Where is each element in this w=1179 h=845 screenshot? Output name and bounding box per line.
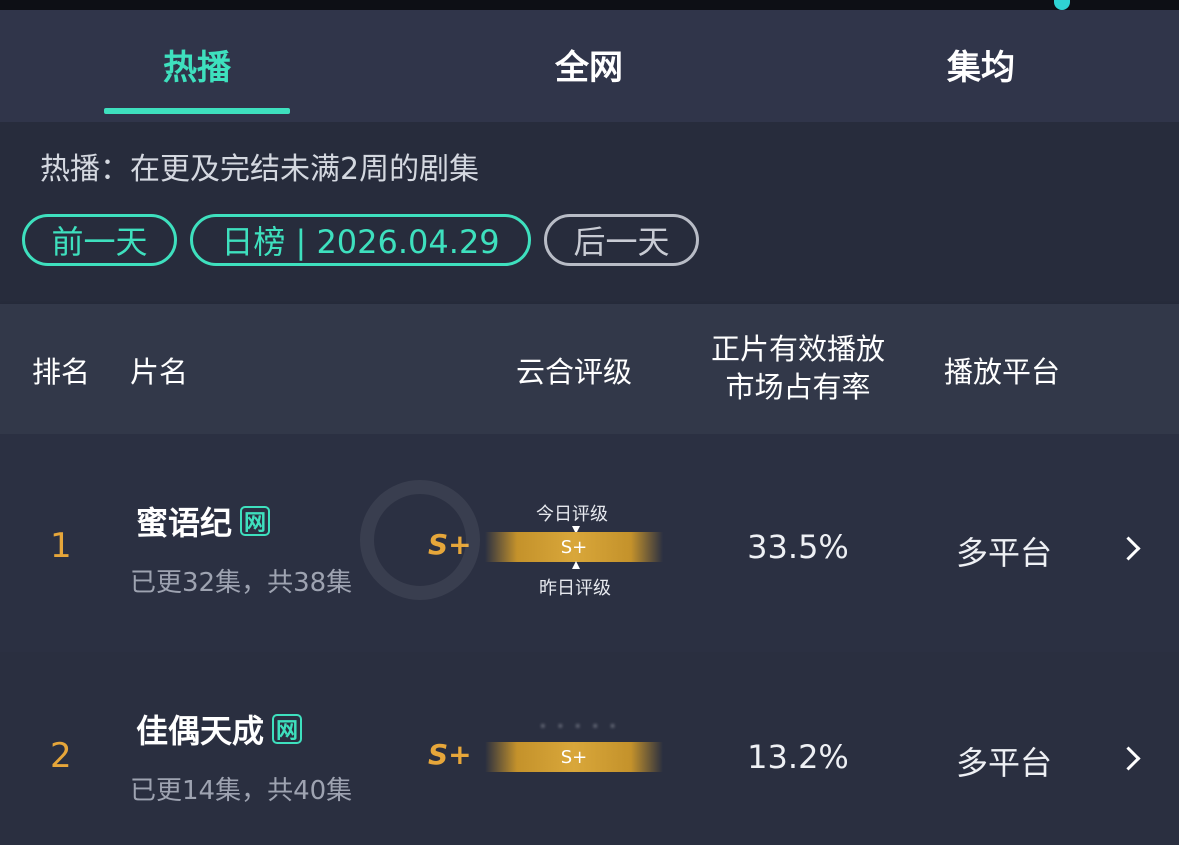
rating-grade: S+: [428, 528, 472, 561]
market-share-value: 33.5%: [747, 528, 849, 566]
net-badge-icon: 网: [272, 714, 303, 744]
prev-day-button[interactable]: 前一天: [22, 214, 177, 266]
show-title-group: 佳偶天成 网: [136, 706, 303, 752]
status-strip: [0, 0, 1179, 10]
date-selector[interactable]: 日榜 | 2026.04.29: [190, 214, 531, 266]
table-row[interactable]: 2 佳偶天成 网 已更14集，共40集 S+ · · · · · S+ 13.2…: [0, 652, 1179, 845]
tab-per-episode[interactable]: 集均: [888, 10, 1074, 118]
show-title-group: 蜜语纪 网: [136, 498, 271, 544]
rating-grade: S+: [428, 738, 472, 771]
episode-status: 已更14集，共40集: [130, 776, 353, 806]
indicator-dot: [1054, 0, 1070, 10]
chevron-right-icon[interactable]: [1116, 746, 1141, 771]
ranking-list: 1 蜜语纪 网 已更32集，共38集 S+ 今日评级 S+ 昨日评级 33.5%…: [0, 434, 1179, 845]
filter-panel: 热播：在更及完结未满2周的剧集 前一天 日榜 | 2026.04.29 后一天: [0, 122, 1179, 304]
header-title: 片名: [130, 355, 189, 389]
platform-value: 多平台: [955, 744, 1052, 782]
rank-number: 2: [50, 736, 72, 776]
tab-hot[interactable]: 热播: [104, 10, 290, 118]
tab-all-network[interactable]: 全网: [496, 10, 682, 118]
active-tab-underline: [104, 108, 290, 114]
show-title: 蜜语纪: [136, 504, 233, 542]
header-rating: 云合评级: [516, 355, 633, 389]
rank-number: 1: [50, 526, 72, 566]
header-platform: 播放平台: [944, 355, 1061, 389]
rating-bar-grade: S+: [560, 746, 588, 768]
tab-bar: 热播 全网 集均: [0, 10, 1179, 122]
rating-bar: S+: [485, 532, 663, 562]
table-header: 排名 片名 云合评级 正片有效播放 市场占有率 播放平台: [0, 304, 1179, 434]
next-day-button[interactable]: 后一天: [544, 214, 699, 266]
header-rank: 排名: [32, 355, 91, 389]
episode-status: 已更32集，共38集: [130, 568, 353, 598]
chevron-right-icon[interactable]: [1116, 536, 1141, 561]
platform-value: 多平台: [955, 534, 1052, 572]
header-share-line1: 正片有效播放: [710, 332, 885, 366]
yesterday-rating-label: 昨日评级: [539, 578, 611, 599]
rating-bar-grade: S+: [560, 536, 588, 558]
header-share-line2: 市场占有率: [725, 370, 871, 404]
rating-bar: S+: [485, 742, 663, 772]
table-row[interactable]: 1 蜜语纪 网 已更32集，共38集 S+ 今日评级 S+ 昨日评级 33.5%…: [0, 434, 1179, 652]
today-rating-label: 今日评级: [536, 504, 608, 525]
show-title: 佳偶天成: [136, 712, 265, 750]
market-share-value: 13.2%: [747, 738, 849, 776]
net-badge-icon: 网: [240, 506, 271, 536]
ranking-description: 热播：在更及完结未满2周的剧集: [40, 152, 480, 187]
header-market-share: 正片有效播放 市场占有率: [700, 330, 896, 406]
blurred-rating-label: · · · · ·: [540, 716, 619, 737]
yesterday-marker: [572, 561, 580, 569]
